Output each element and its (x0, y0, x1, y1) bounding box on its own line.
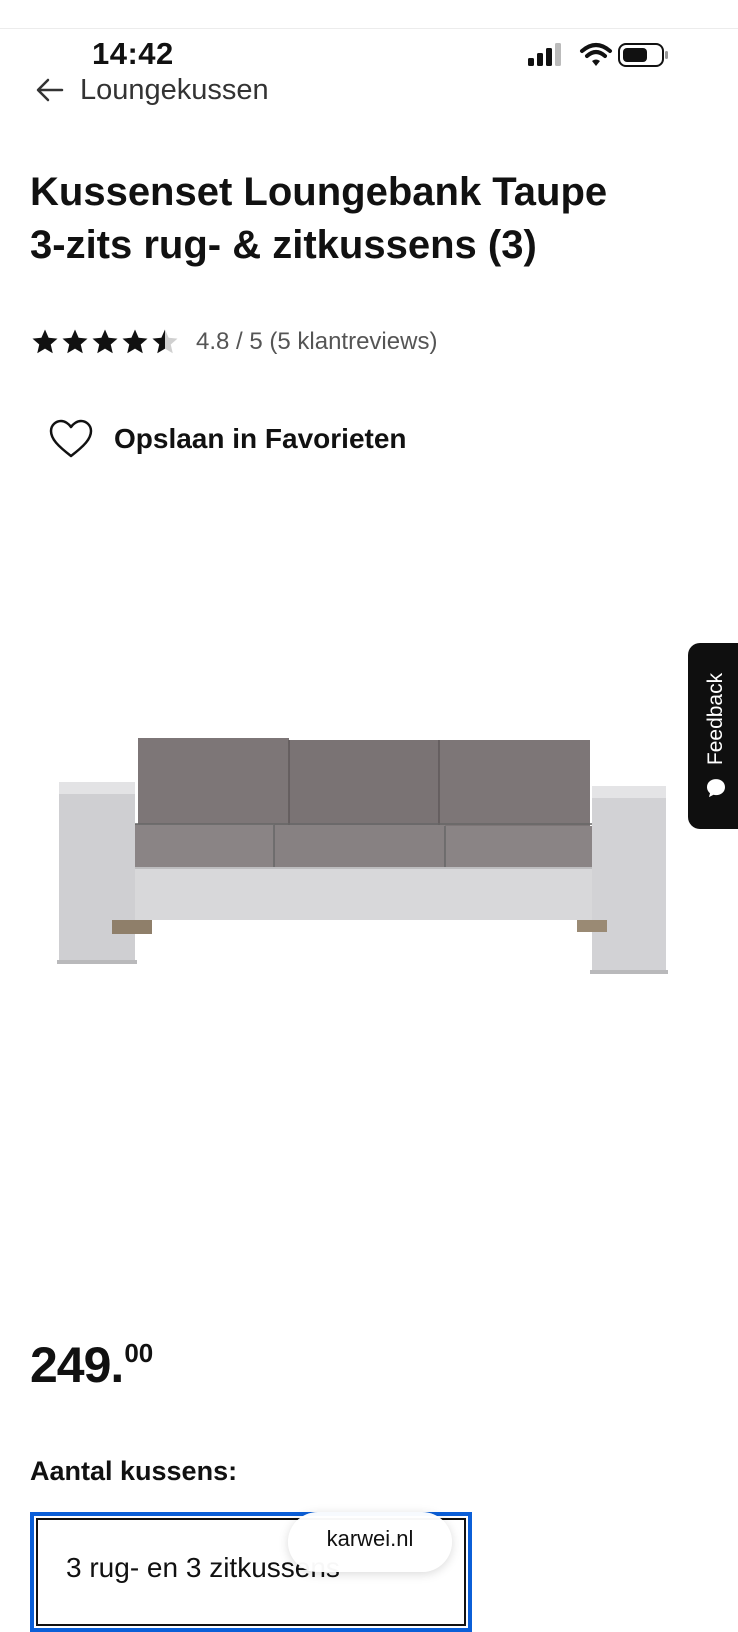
browser-url-pill[interactable]: karwei.nl (288, 1512, 452, 1572)
back-link[interactable]: Loungekussen (34, 70, 269, 110)
back-arrow-icon (36, 78, 64, 102)
signal-icon (528, 43, 561, 66)
back-link-label: Loungekussen (80, 73, 269, 106)
chat-bubble-icon (707, 779, 725, 798)
heart-icon (49, 419, 93, 458)
back-cushion-middle (289, 740, 439, 827)
battery-icon (618, 43, 668, 67)
sofa-arm-right (592, 786, 666, 972)
status-icons (528, 43, 668, 67)
back-cushion-right (439, 740, 590, 828)
product-title-line2: 3-zits rug- & zitkussens (3) (30, 223, 537, 267)
favorite-button[interactable]: Opslaan in Favorieten (48, 416, 407, 462)
star-icon (92, 329, 118, 354)
product-price: 249.00 (30, 1336, 153, 1394)
quantity-label: Aantal kussens: (30, 1456, 238, 1486)
star-half-icon (152, 329, 178, 354)
star-icon (122, 329, 148, 354)
rating-stars (30, 327, 180, 357)
feedback-tab[interactable]: Feedback (688, 643, 738, 829)
sofa-arm-left (59, 782, 135, 962)
top-divider (0, 28, 738, 29)
status-time: 14:42 (92, 36, 174, 71)
star-icon (32, 329, 58, 354)
product-title-line1: Kussenset Loungebank Taupe (30, 170, 608, 214)
rating-text: 4.8 / 5 (5 klantreviews) (196, 328, 438, 355)
price-integer: 249. (30, 1337, 124, 1393)
wifi-icon (580, 43, 612, 66)
feedback-label: Feedback (704, 672, 727, 766)
sofa-frame-front (94, 868, 634, 920)
product-title: Kussenset Loungebank Taupe 3-zits rug- &… (30, 166, 710, 272)
back-cushion-left (138, 738, 289, 827)
favorite-label: Opslaan in Favorieten (114, 423, 407, 454)
star-icon (62, 329, 88, 354)
product-image[interactable] (52, 720, 684, 992)
price-decimal: 00 (124, 1338, 154, 1368)
browser-url: karwei.nl (326, 1526, 414, 1551)
seat-cushion-middle (274, 825, 445, 869)
feedback-tab-content: Feedback (704, 673, 728, 799)
rating-row[interactable]: 4.8 / 5 (5 klantreviews) (30, 322, 437, 362)
